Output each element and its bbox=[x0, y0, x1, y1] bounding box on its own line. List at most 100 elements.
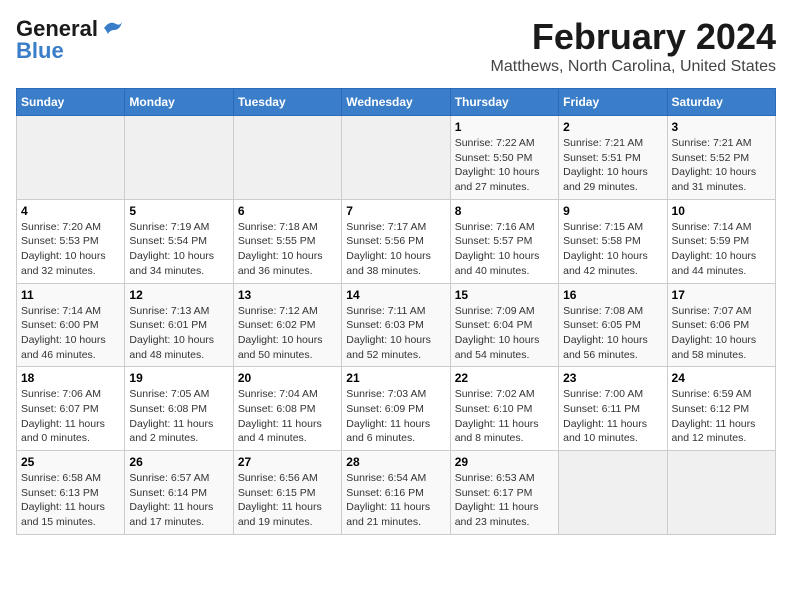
day-info: Sunrise: 7:07 AM Sunset: 6:06 PM Dayligh… bbox=[672, 304, 771, 363]
calendar-cell: 1 Sunrise: 7:22 AM Sunset: 5:50 PM Daylig… bbox=[450, 116, 558, 200]
day-number: 3 bbox=[672, 120, 771, 134]
calendar-cell bbox=[233, 116, 341, 200]
day-info: Sunrise: 6:53 AM Sunset: 6:17 PM Dayligh… bbox=[455, 471, 554, 530]
calendar-cell: 17 Sunrise: 7:07 AM Sunset: 6:06 PM Dayli… bbox=[667, 283, 775, 367]
calendar-cell: 24 Sunrise: 6:59 AM Sunset: 6:12 PM Dayli… bbox=[667, 367, 775, 451]
calendar-cell: 12Sunrise: 7:13 AM Sunset: 6:01 PM Dayli… bbox=[125, 283, 233, 367]
day-number: 19 bbox=[129, 371, 228, 385]
day-info: Sunrise: 7:09 AM Sunset: 6:04 PM Dayligh… bbox=[455, 304, 554, 363]
day-info: Sunrise: 7:08 AM Sunset: 6:05 PM Dayligh… bbox=[563, 304, 662, 363]
day-info: Sunrise: 7:21 AM Sunset: 5:51 PM Dayligh… bbox=[563, 136, 662, 195]
title-block: February 2024 Matthews, North Carolina, … bbox=[491, 16, 776, 76]
calendar-cell: 25Sunrise: 6:58 AM Sunset: 6:13 PM Dayli… bbox=[17, 451, 125, 535]
col-header-tuesday: Tuesday bbox=[233, 89, 341, 116]
calendar-cell: 3 Sunrise: 7:21 AM Sunset: 5:52 PM Daylig… bbox=[667, 116, 775, 200]
day-info: Sunrise: 7:19 AM Sunset: 5:54 PM Dayligh… bbox=[129, 220, 228, 279]
calendar-week-row: 25Sunrise: 6:58 AM Sunset: 6:13 PM Dayli… bbox=[17, 451, 776, 535]
day-number: 15 bbox=[455, 288, 554, 302]
day-info: Sunrise: 7:15 AM Sunset: 5:58 PM Dayligh… bbox=[563, 220, 662, 279]
calendar-cell: 6 Sunrise: 7:18 AM Sunset: 5:55 PM Daylig… bbox=[233, 199, 341, 283]
calendar-cell: 10Sunrise: 7:14 AM Sunset: 5:59 PM Dayli… bbox=[667, 199, 775, 283]
calendar-cell bbox=[17, 116, 125, 200]
day-info: Sunrise: 6:54 AM Sunset: 6:16 PM Dayligh… bbox=[346, 471, 445, 530]
calendar-cell bbox=[667, 451, 775, 535]
day-info: Sunrise: 7:17 AM Sunset: 5:56 PM Dayligh… bbox=[346, 220, 445, 279]
calendar-cell: 19 Sunrise: 7:05 AM Sunset: 6:08 PM Dayli… bbox=[125, 367, 233, 451]
calendar-cell: 20 Sunrise: 7:04 AM Sunset: 6:08 PM Dayli… bbox=[233, 367, 341, 451]
day-info: Sunrise: 7:02 AM Sunset: 6:10 PM Dayligh… bbox=[455, 387, 554, 446]
day-number: 22 bbox=[455, 371, 554, 385]
calendar-cell: 22 Sunrise: 7:02 AM Sunset: 6:10 PM Dayli… bbox=[450, 367, 558, 451]
calendar-cell: 15 Sunrise: 7:09 AM Sunset: 6:04 PM Dayli… bbox=[450, 283, 558, 367]
col-header-friday: Friday bbox=[559, 89, 667, 116]
day-info: Sunrise: 7:14 AM Sunset: 5:59 PM Dayligh… bbox=[672, 220, 771, 279]
day-info: Sunrise: 7:05 AM Sunset: 6:08 PM Dayligh… bbox=[129, 387, 228, 446]
day-number: 5 bbox=[129, 204, 228, 218]
day-number: 9 bbox=[563, 204, 662, 218]
calendar-cell bbox=[125, 116, 233, 200]
day-info: Sunrise: 7:06 AM Sunset: 6:07 PM Dayligh… bbox=[21, 387, 120, 446]
day-number: 24 bbox=[672, 371, 771, 385]
calendar-cell: 14 Sunrise: 7:11 AM Sunset: 6:03 PM Dayli… bbox=[342, 283, 450, 367]
calendar-cell: 13Sunrise: 7:12 AM Sunset: 6:02 PM Dayli… bbox=[233, 283, 341, 367]
day-number: 11 bbox=[21, 288, 120, 302]
day-number: 7 bbox=[346, 204, 445, 218]
day-number: 28 bbox=[346, 455, 445, 469]
day-number: 26 bbox=[129, 455, 228, 469]
col-header-monday: Monday bbox=[125, 89, 233, 116]
day-number: 27 bbox=[238, 455, 337, 469]
col-header-thursday: Thursday bbox=[450, 89, 558, 116]
day-info: Sunrise: 7:16 AM Sunset: 5:57 PM Dayligh… bbox=[455, 220, 554, 279]
calendar-week-row: 1 Sunrise: 7:22 AM Sunset: 5:50 PM Daylig… bbox=[17, 116, 776, 200]
calendar-week-row: 18 Sunrise: 7:06 AM Sunset: 6:07 PM Dayli… bbox=[17, 367, 776, 451]
calendar-week-row: 11 Sunrise: 7:14 AM Sunset: 6:00 PM Dayli… bbox=[17, 283, 776, 367]
day-number: 17 bbox=[672, 288, 771, 302]
day-number: 4 bbox=[21, 204, 120, 218]
day-number: 13 bbox=[238, 288, 337, 302]
page-header: General Blue February 2024 Matthews, Nor… bbox=[16, 16, 776, 76]
day-info: Sunrise: 6:59 AM Sunset: 6:12 PM Dayligh… bbox=[672, 387, 771, 446]
calendar-cell: 29Sunrise: 6:53 AM Sunset: 6:17 PM Dayli… bbox=[450, 451, 558, 535]
calendar-cell: 21 Sunrise: 7:03 AM Sunset: 6:09 PM Dayli… bbox=[342, 367, 450, 451]
day-info: Sunrise: 7:13 AM Sunset: 6:01 PM Dayligh… bbox=[129, 304, 228, 363]
day-number: 20 bbox=[238, 371, 337, 385]
calendar-cell: 5 Sunrise: 7:19 AM Sunset: 5:54 PM Daylig… bbox=[125, 199, 233, 283]
calendar-cell: 11 Sunrise: 7:14 AM Sunset: 6:00 PM Dayli… bbox=[17, 283, 125, 367]
day-info: Sunrise: 7:03 AM Sunset: 6:09 PM Dayligh… bbox=[346, 387, 445, 446]
calendar-cell: 27Sunrise: 6:56 AM Sunset: 6:15 PM Dayli… bbox=[233, 451, 341, 535]
calendar-cell: 8Sunrise: 7:16 AM Sunset: 5:57 PM Daylig… bbox=[450, 199, 558, 283]
day-number: 21 bbox=[346, 371, 445, 385]
page-title: February 2024 bbox=[491, 16, 776, 58]
calendar-week-row: 4 Sunrise: 7:20 AM Sunset: 5:53 PM Daylig… bbox=[17, 199, 776, 283]
day-number: 1 bbox=[455, 120, 554, 134]
day-info: Sunrise: 7:22 AM Sunset: 5:50 PM Dayligh… bbox=[455, 136, 554, 195]
day-number: 18 bbox=[21, 371, 120, 385]
calendar-cell: 4 Sunrise: 7:20 AM Sunset: 5:53 PM Daylig… bbox=[17, 199, 125, 283]
calendar-cell: 26Sunrise: 6:57 AM Sunset: 6:14 PM Dayli… bbox=[125, 451, 233, 535]
day-number: 23 bbox=[563, 371, 662, 385]
logo-bird-icon bbox=[102, 20, 124, 38]
day-number: 16 bbox=[563, 288, 662, 302]
day-info: Sunrise: 6:58 AM Sunset: 6:13 PM Dayligh… bbox=[21, 471, 120, 530]
calendar-table: SundayMondayTuesdayWednesdayThursdayFrid… bbox=[16, 88, 776, 535]
day-info: Sunrise: 7:18 AM Sunset: 5:55 PM Dayligh… bbox=[238, 220, 337, 279]
calendar-header-row: SundayMondayTuesdayWednesdayThursdayFrid… bbox=[17, 89, 776, 116]
logo: General Blue bbox=[16, 16, 124, 64]
col-header-saturday: Saturday bbox=[667, 89, 775, 116]
logo-text-blue: Blue bbox=[16, 38, 64, 64]
day-info: Sunrise: 7:00 AM Sunset: 6:11 PM Dayligh… bbox=[563, 387, 662, 446]
day-info: Sunrise: 7:21 AM Sunset: 5:52 PM Dayligh… bbox=[672, 136, 771, 195]
calendar-cell: 23 Sunrise: 7:00 AM Sunset: 6:11 PM Dayli… bbox=[559, 367, 667, 451]
day-number: 14 bbox=[346, 288, 445, 302]
calendar-cell: 9 Sunrise: 7:15 AM Sunset: 5:58 PM Daylig… bbox=[559, 199, 667, 283]
col-header-sunday: Sunday bbox=[17, 89, 125, 116]
calendar-cell bbox=[342, 116, 450, 200]
day-number: 6 bbox=[238, 204, 337, 218]
calendar-cell: 7 Sunrise: 7:17 AM Sunset: 5:56 PM Daylig… bbox=[342, 199, 450, 283]
calendar-cell: 16 Sunrise: 7:08 AM Sunset: 6:05 PM Dayli… bbox=[559, 283, 667, 367]
day-info: Sunrise: 7:11 AM Sunset: 6:03 PM Dayligh… bbox=[346, 304, 445, 363]
day-info: Sunrise: 7:20 AM Sunset: 5:53 PM Dayligh… bbox=[21, 220, 120, 279]
day-info: Sunrise: 7:14 AM Sunset: 6:00 PM Dayligh… bbox=[21, 304, 120, 363]
day-info: Sunrise: 7:04 AM Sunset: 6:08 PM Dayligh… bbox=[238, 387, 337, 446]
calendar-cell: 28 Sunrise: 6:54 AM Sunset: 6:16 PM Dayli… bbox=[342, 451, 450, 535]
